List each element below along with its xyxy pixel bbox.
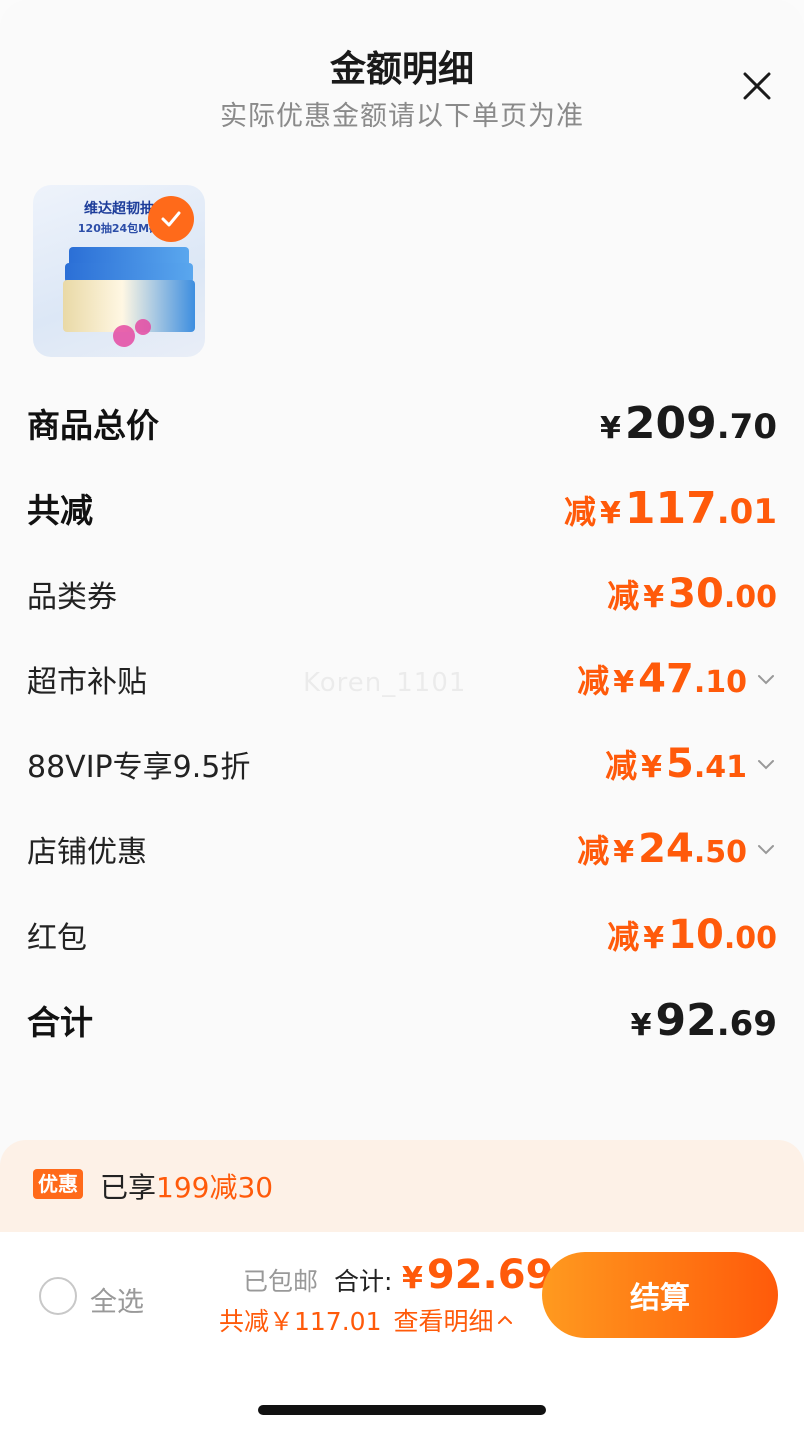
promo-text: 已享199减30: [100, 1166, 273, 1206]
yen-sign: ¥: [630, 1007, 652, 1043]
row-store-discount[interactable]: 店铺优惠 减 ¥ 24 .50: [27, 824, 777, 874]
amount-decimal: .00: [723, 921, 777, 956]
amount-integer: 24: [638, 826, 694, 872]
row-label: 超市补贴: [27, 665, 147, 700]
promo-highlight: 199减30: [156, 1171, 274, 1204]
amount-integer: 209: [624, 397, 717, 449]
footer-total-value: 92.69: [426, 1252, 554, 1298]
subtotal-amount: ¥ 209 .70: [600, 398, 777, 449]
flower-decoration: [113, 325, 135, 347]
row-total-discount: 共减 减 ¥ 117 .01: [27, 483, 777, 534]
row-category-coupon: 品类券 减 ¥ 30 .00: [27, 569, 777, 619]
check-icon: [161, 211, 181, 227]
amount-integer: 5: [666, 741, 694, 787]
amount-decimal: .50: [693, 835, 747, 870]
amount-integer: 117: [624, 482, 717, 534]
view-details-link[interactable]: 查看明细: [393, 1302, 513, 1338]
store-discount-expand[interactable]: 减 ¥ 24 .50: [577, 826, 777, 872]
footer-discount-line: 共减￥117.01 查看明细: [219, 1302, 514, 1338]
supermarket-subsidy-expand[interactable]: 减 ¥ 47 .10: [577, 656, 777, 702]
close-icon: [743, 72, 771, 100]
vip-discount-amount: 减 ¥ 5 .41: [605, 741, 747, 787]
footer-total-label: 合计:: [334, 1267, 393, 1296]
total-amount: ¥ 92 .69: [631, 995, 777, 1046]
row-label: 商品总价: [27, 406, 159, 445]
minus-prefix: 减: [577, 662, 610, 700]
row-label: 红包: [27, 921, 87, 956]
row-label: 共减: [27, 491, 93, 530]
minus-prefix: 减: [577, 832, 610, 870]
amount-decimal: .69: [716, 1003, 777, 1044]
page-subtitle: 实际优惠金额请以下单页为准: [220, 101, 584, 132]
row-subtotal: 商品总价 ¥ 209 .70: [27, 398, 777, 449]
view-details-label: 查看明细: [393, 1307, 494, 1336]
home-indicator: [258, 1405, 546, 1415]
yen-sign: ¥: [613, 835, 635, 870]
amount-decimal: .00: [723, 580, 777, 615]
row-vip-discount[interactable]: 88VIP专享9.5折 减 ¥ 5 .41: [27, 739, 777, 789]
row-red-packet: 红包 减 ¥ 10 .00: [27, 910, 777, 960]
chevron-down-icon: [758, 845, 774, 855]
yen-sign: ¥: [641, 750, 662, 785]
category-coupon-amount: 减 ¥ 30 .00: [607, 571, 777, 617]
amount-decimal: .70: [716, 406, 777, 447]
supermarket-subsidy-amount: 减 ¥ 47 .10: [577, 656, 747, 702]
promo-prefix: 已享: [100, 1171, 157, 1204]
minus-prefix: 减: [605, 747, 638, 785]
tissue-box-image: [63, 280, 195, 332]
vip-discount-expand[interactable]: 减 ¥ 5 .41: [605, 741, 777, 787]
chevron-down-icon: [758, 675, 774, 685]
select-all-label[interactable]: 全选: [90, 1280, 144, 1319]
red-packet-amount: 减 ¥ 10 .00: [607, 912, 777, 958]
yen-sign: ¥: [600, 495, 621, 531]
minus-prefix: 减: [564, 492, 597, 531]
row-label: 88VIP专享9.5折: [27, 750, 251, 785]
row-label: 品类券: [27, 580, 117, 615]
amount-integer: 30: [668, 571, 724, 617]
footer-total-amount: ¥ 92.69: [402, 1252, 553, 1298]
watermark: Koren_1101: [303, 668, 467, 698]
row-label: 店铺优惠: [27, 835, 147, 870]
checkout-button[interactable]: 结算: [542, 1252, 778, 1338]
amount-integer: 47: [638, 656, 694, 702]
yen-sign: ¥: [600, 410, 621, 446]
flower-decoration: [135, 319, 151, 335]
amount-decimal: .41: [693, 750, 747, 785]
footer-discount-text: 共减￥117.01: [219, 1307, 382, 1336]
row-label: 合计: [27, 1003, 93, 1042]
page-title: 金额明细: [329, 49, 474, 90]
selected-check-badge[interactable]: [148, 196, 194, 242]
close-button[interactable]: [737, 66, 777, 106]
free-shipping-label: 已包邮: [243, 1267, 319, 1296]
yen-sign: ¥: [402, 1261, 423, 1296]
amount-decimal: .10: [693, 665, 747, 700]
minus-prefix: 减: [607, 577, 640, 615]
total-discount-amount: 减 ¥ 117 .01: [564, 483, 777, 534]
yen-sign: ¥: [613, 665, 635, 700]
chevron-down-icon: [758, 760, 774, 770]
amount-integer: 10: [668, 912, 724, 958]
yen-sign: ¥: [643, 580, 665, 615]
yen-sign: ¥: [643, 921, 665, 956]
amount-decimal: .01: [716, 491, 777, 532]
select-all-radio[interactable]: [39, 1277, 77, 1315]
promo-tag: 优惠: [33, 1169, 83, 1199]
amount-integer: 92: [655, 994, 717, 1046]
minus-prefix: 减: [607, 918, 640, 956]
row-total: 合计 ¥ 92 .69: [27, 995, 777, 1046]
store-discount-amount: 减 ¥ 24 .50: [577, 826, 747, 872]
chevron-up-icon: [497, 1315, 512, 1324]
